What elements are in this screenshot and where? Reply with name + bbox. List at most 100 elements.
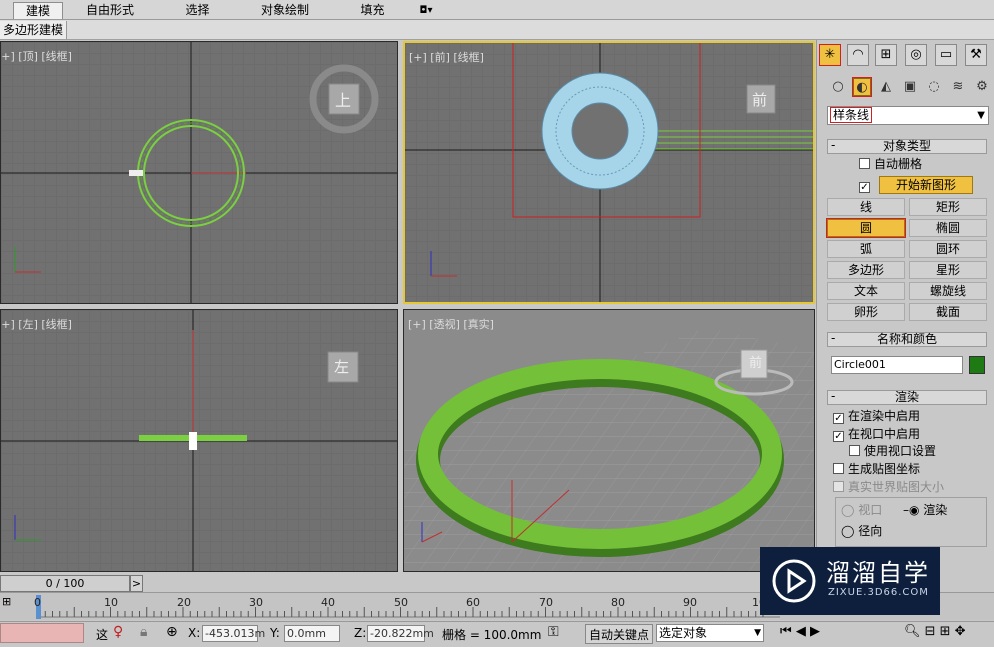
shape-button-donut[interactable]: 圆环	[909, 240, 987, 258]
shape-button-egg[interactable]: 卵形	[827, 303, 905, 321]
x-label: X:	[188, 626, 201, 640]
viewport-left[interactable]: [+] [左] [线框] 左	[0, 309, 398, 572]
auto-grid-box	[859, 158, 870, 169]
radial-radio-label: 径向	[858, 524, 883, 538]
viewport-top-canvas	[1, 42, 397, 303]
playback-controls[interactable]: ⏮ ◀ ▶	[780, 624, 820, 639]
enable-in-viewport-checkbox[interactable]: ✓ 在视口中启用	[833, 427, 920, 442]
viewport-left-label[interactable]: [+] [左] [线框]	[1, 316, 72, 332]
tick-label: 20	[177, 596, 191, 609]
z-coordinate-field[interactable]: -20.822mm	[367, 625, 434, 642]
time-next-button[interactable]: >	[130, 575, 143, 592]
render-radio-dot: –◉	[903, 503, 924, 517]
rollout-object-type[interactable]: - 对象类型	[827, 139, 987, 154]
auto-grid-checkbox[interactable]: 自动栅格	[859, 157, 922, 171]
use-viewport-settings-checkbox[interactable]: 使用视口设置	[849, 444, 936, 458]
rollout-rendering[interactable]: - 渲染	[827, 390, 987, 405]
shape-button-ellipse[interactable]: 椭圆	[909, 219, 987, 237]
start-new-shape-checkbox[interactable]: ✓	[859, 178, 874, 193]
isolate-icon[interactable]: ♀	[113, 624, 123, 640]
shape-button-section[interactable]: 截面	[909, 303, 987, 321]
shape-button-circle[interactable]: 圆	[826, 218, 906, 238]
tick-label: 40	[321, 596, 335, 609]
maxscript-listener[interactable]	[0, 623, 84, 643]
motion-icon[interactable]: ◎	[905, 44, 927, 66]
shape-button-rectangle[interactable]: 矩形	[909, 198, 987, 216]
generate-mapping-label: 生成贴图坐标	[848, 462, 921, 476]
systems-icon[interactable]: ⚙	[973, 78, 991, 96]
render-radio[interactable]: –◉ 渲染	[903, 503, 947, 517]
ribbon-options-toggle[interactable]: ◘▾	[412, 2, 440, 19]
ribbon-tab-freeform[interactable]: 自由形式	[75, 2, 145, 19]
y-coordinate-field[interactable]: 0.0mm	[284, 625, 340, 642]
absolute-mode-icon[interactable]: ⊕	[166, 624, 178, 640]
cameras-icon[interactable]: ▣	[901, 78, 919, 96]
hierarchy-icon[interactable]: ⊞	[875, 44, 897, 66]
lights-icon[interactable]: ◭	[877, 78, 895, 96]
radial-radio-dot: ◯	[841, 524, 859, 538]
object-category-dropdown[interactable]: 样条线 ▼	[827, 106, 989, 125]
object-color-swatch[interactable]	[969, 356, 985, 374]
shape-button-helix[interactable]: 螺旋线	[909, 282, 987, 300]
status-left-label: 这	[96, 628, 109, 642]
track-bar-icon[interactable]: ⊞	[2, 595, 20, 609]
shape-button-arc[interactable]: 弧	[827, 240, 905, 258]
viewport-nav-controls[interactable]: 🔍︎ ⊟ ⊞ ✥	[904, 624, 966, 639]
generate-mapping-checkbox[interactable]: 生成贴图坐标	[833, 462, 920, 476]
viewport-perspective-label[interactable]: [+] [透视] [真实]	[408, 316, 494, 332]
dropdown-value: 样条线	[829, 107, 873, 123]
viewcube-persp-face[interactable]: 前	[749, 352, 762, 371]
ribbon-tab-selection[interactable]: 选择	[175, 2, 220, 19]
start-new-shape-button[interactable]: 开始新图形	[879, 176, 973, 194]
modify-icon[interactable]: ◠	[847, 44, 869, 66]
enable-in-renderer-checkbox[interactable]: ✓ 在渲染中启用	[833, 409, 920, 424]
tick-label: 30	[249, 596, 263, 609]
watermark-logo: 溜溜自学 ZIXUE.3D66.COM	[760, 547, 940, 615]
chevron-down-icon: ▼	[977, 110, 985, 121]
object-name-input[interactable]: Circle001	[831, 356, 963, 374]
viewport-perspective[interactable]: [+] [透视] [真实] 前	[403, 309, 815, 572]
viewport-radio[interactable]: ◯ 视口	[841, 503, 882, 517]
real-world-map-box	[833, 481, 844, 492]
rollout-name-color-title: 名称和颜色	[876, 332, 937, 346]
ribbon-tab-modeling[interactable]: 建模	[13, 2, 63, 19]
real-world-map-checkbox[interactable]: 真实世界贴图大小	[833, 480, 944, 494]
ribbon-tab-populate[interactable]: 填充	[350, 2, 395, 19]
enable-in-viewport-label: 在视口中启用	[848, 427, 921, 441]
radial-radio[interactable]: ◯ 径向	[841, 524, 882, 538]
shape-button-star[interactable]: 星形	[909, 261, 987, 279]
selection-set-dropdown[interactable]: 选定对象 ▼	[656, 624, 764, 642]
x-coordinate-field[interactable]: -453.013m	[202, 625, 265, 642]
real-world-map-label: 真实世界贴图大小	[848, 480, 945, 494]
rollout-rendering-title: 渲染	[894, 390, 919, 404]
geometry-icon[interactable]: ○	[829, 78, 847, 96]
shapes-icon[interactable]: ◐	[852, 77, 872, 97]
viewport-top-label[interactable]: [+] [顶] [线框]	[1, 48, 72, 64]
rollout-name-color[interactable]: - 名称和颜色	[827, 332, 987, 347]
utilities-icon[interactable]: ⚒	[965, 44, 987, 66]
shape-button-line[interactable]: 线	[827, 198, 905, 216]
helpers-icon[interactable]: ◌	[925, 78, 943, 96]
subtab-polygon-modeling[interactable]: 多边形建模	[0, 21, 68, 39]
create-icon[interactable]: ✳	[819, 44, 841, 66]
render-radio-label: 渲染	[923, 503, 948, 517]
spacewarps-icon[interactable]: ≋	[949, 78, 967, 96]
viewport-front-label[interactable]: [+] [前] [线框]	[409, 49, 484, 65]
lock-icon[interactable]: 🔒︎	[140, 624, 147, 640]
auto-key-button[interactable]: 自动关键点	[585, 624, 654, 644]
command-panel: ✳ ◠ ⊞ ◎ ▭ ⚒ ○ ◐ ◭ ▣ ◌ ≋ ⚙ 样条线 ▼ - 对象类型 自…	[816, 40, 994, 547]
viewcube-front-face[interactable]: 前	[752, 89, 767, 110]
viewport-front[interactable]: [+] [前] [线框] 前	[403, 41, 815, 304]
time-slider[interactable]: 0 / 100	[0, 575, 130, 592]
viewcube-left-face[interactable]: 左	[334, 356, 349, 377]
key-icon[interactable]: ⚿	[548, 624, 559, 640]
collapse-icon: -	[831, 331, 836, 345]
enable-in-viewport-box: ✓	[833, 431, 844, 442]
viewport-top[interactable]: [+] [顶] [线框] 上	[0, 41, 398, 304]
shape-button-ngon[interactable]: 多边形	[827, 261, 905, 279]
ribbon-tab-object-paint[interactable]: 对象绘制	[250, 2, 320, 19]
viewcube-top-face[interactable]: 上	[335, 87, 351, 111]
display-icon[interactable]: ▭	[935, 44, 957, 66]
shape-button-text[interactable]: 文本	[827, 282, 905, 300]
viewport-radio-dot: ◯	[841, 503, 859, 517]
